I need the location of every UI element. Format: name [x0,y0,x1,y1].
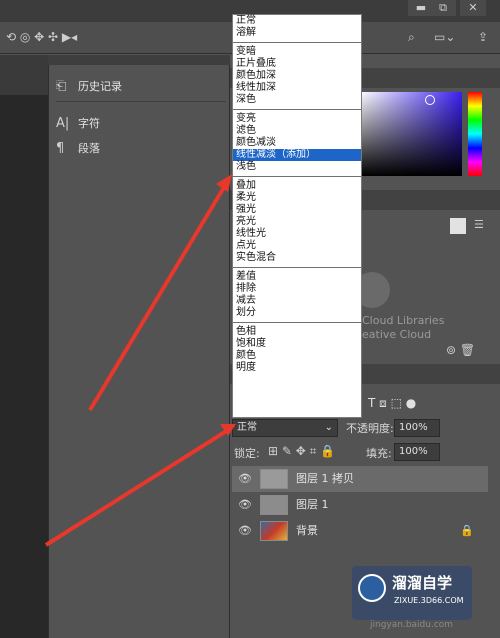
arrowhead-icon [216,174,232,192]
annotation-arrows [44,174,236,547]
annotation-arrow [88,182,228,412]
annotation-arrow [44,428,230,547]
